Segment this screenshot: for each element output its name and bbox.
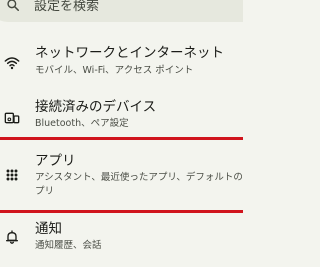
search-bar[interactable]: 設定を検索 xyxy=(0,0,243,22)
settings-item-title: ネットワークとインターネット xyxy=(35,45,224,61)
settings-item-network[interactable]: ネットワークとインターネット モバイル、Wi-Fi、アクセス ポイント xyxy=(0,38,243,88)
settings-item-subtitle-line2: プリ xyxy=(35,186,55,197)
settings-item-subtitle-line1: アシスタント、最近使ったアプリ、デフォルトのア xyxy=(35,172,243,183)
settings-item-title: 接続済みのデバイス xyxy=(35,99,157,115)
settings-item-title: アプリ xyxy=(35,153,76,169)
settings-item-apps[interactable]: アプリ アシスタント、最近使ったアプリ、デフォルトのア プリ xyxy=(0,140,243,210)
settings-item-subtitle: 通知履歴、会話 xyxy=(35,240,102,251)
settings-item-title: 通知 xyxy=(35,221,62,237)
settings-screen: 設定を検索 ネットワークとインターネット モバイル、Wi-Fi、アクセス ポイン… xyxy=(0,0,243,267)
bell-icon xyxy=(5,230,18,244)
wifi-icon xyxy=(4,57,20,70)
search-placeholder: 設定を検索 xyxy=(34,0,100,14)
settings-item-subtitle: モバイル、Wi-Fi、アクセス ポイント xyxy=(35,65,194,76)
settings-item-notifications[interactable]: 通知 通知履歴、会話 xyxy=(0,214,243,267)
settings-item-subtitle: Bluetooth、ペア設定 xyxy=(35,118,129,129)
connected-devices-icon xyxy=(4,112,20,124)
search-icon[interactable] xyxy=(6,0,20,12)
settings-item-connected-devices[interactable]: 接続済みのデバイス Bluetooth、ペア設定 xyxy=(0,93,243,135)
apps-grid-icon xyxy=(6,169,18,181)
highlight-bottom-border xyxy=(0,210,243,213)
